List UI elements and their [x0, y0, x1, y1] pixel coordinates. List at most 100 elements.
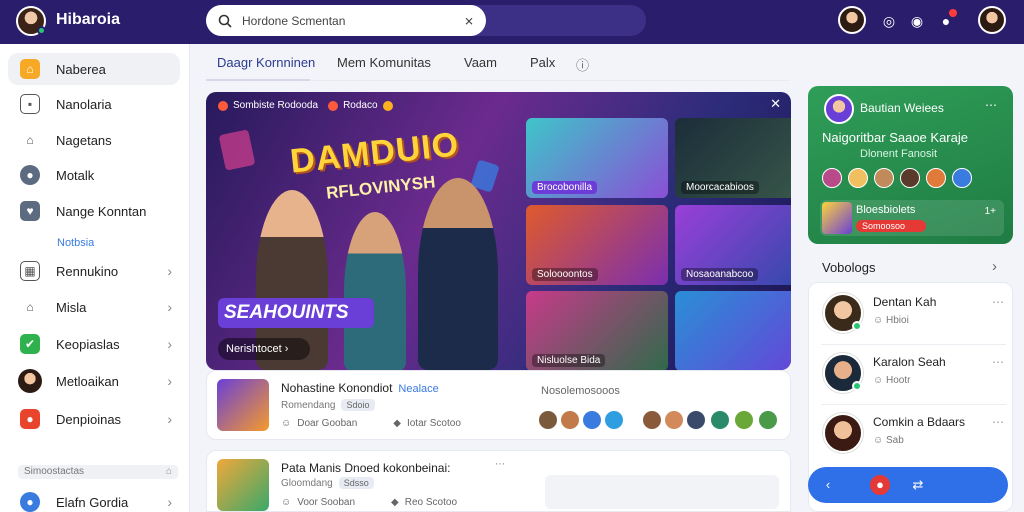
participant-avatar[interactable] — [711, 411, 729, 429]
comment-stat[interactable]: ◆ Reo Scotoo — [391, 497, 457, 508]
emoji-icon: ☺ — [873, 375, 886, 386]
hero-cta-button[interactable]: Nerishtocet › — [218, 338, 310, 360]
member-avatar[interactable] — [926, 168, 946, 188]
video-thumbnail[interactable] — [675, 291, 791, 370]
avatar[interactable] — [823, 293, 863, 333]
avatar[interactable] — [823, 353, 863, 393]
member-avatar[interactable] — [900, 168, 920, 188]
person-figure — [344, 212, 406, 370]
member-avatar[interactable] — [874, 168, 894, 188]
info-icon[interactable]: ⓘ — [576, 55, 589, 74]
post-thumbnail[interactable] — [217, 459, 269, 511]
participant-avatar[interactable] — [539, 411, 557, 429]
hero-tag-label: Sombiste Rodooda — [233, 100, 319, 111]
camera-icon[interactable]: ◉ — [908, 12, 926, 30]
list-item[interactable]: Karalon Seah ☺ Hootr ⋯ — [821, 347, 1006, 405]
tab-mem-komunitas[interactable]: Mem Komunitas — [337, 55, 431, 70]
sidebar-item-motalk[interactable]: ● Motalk — [8, 159, 180, 191]
video-thumbnail[interactable]: Brocobonilla — [526, 118, 668, 198]
live-icon — [328, 100, 339, 111]
sidebar-item-elafn-gordia[interactable]: ● Elafn Gordia › — [8, 486, 180, 512]
post-highlight[interactable]: Nealace — [398, 383, 438, 395]
tab-vaam[interactable]: Vaam — [464, 55, 497, 70]
participant-avatar[interactable] — [687, 411, 705, 429]
participant-avatar[interactable] — [643, 411, 661, 429]
comment-stat-label: Reo Scotoo — [404, 497, 458, 508]
activity-thumbnail — [822, 202, 852, 234]
vblog-status-text: Sab — [886, 435, 904, 446]
post-card[interactable]: Pata Manis Dnoed kokonbeinai: Gloomdang … — [206, 450, 791, 512]
sidebar-sub-link[interactable]: Notbsia — [57, 237, 94, 249]
featured-banner[interactable]: Sombiste Rodooda Rodaco ✕ DAMDUIO RFLOVI… — [206, 92, 791, 370]
post-title[interactable]: Pata Manis Dnoed kokonbeinai: — [281, 461, 450, 475]
profile-avatar[interactable] — [978, 6, 1006, 34]
post-title[interactable]: Nohastine Konondiot Nealace — [281, 381, 439, 395]
sidebar-item-naberea[interactable]: ⌂ Naberea — [8, 53, 180, 85]
brand-avatar[interactable] — [16, 6, 46, 36]
sidebar-item-nange-konntan[interactable]: ♥ Nange Konntan — [8, 195, 180, 227]
vblog-name: Karalon Seah — [873, 355, 946, 369]
member-avatar[interactable] — [822, 168, 842, 188]
participant-avatar[interactable] — [583, 411, 601, 429]
more-options-icon[interactable]: ⋯ — [495, 459, 505, 470]
chevron-right-icon[interactable]: › — [992, 258, 997, 275]
video-thumbnail[interactable]: Nisluolse Bida — [526, 291, 668, 370]
participant-avatar[interactable] — [759, 411, 777, 429]
more-options-icon[interactable]: ⋯ — [992, 295, 1004, 309]
member-avatar[interactable] — [952, 168, 972, 188]
group-activity[interactable]: Bloesbiolets Somoosoo 1+ — [820, 200, 1004, 236]
chevron-left-icon[interactable]: ‹ — [818, 475, 838, 495]
chat-bubble-icon[interactable]: ◎ — [880, 12, 898, 30]
avatar[interactable] — [823, 413, 863, 453]
globe-icon: ● — [20, 492, 40, 512]
participant-avatar[interactable] — [605, 411, 623, 429]
share-icon[interactable]: ⇄ — [908, 475, 928, 495]
vblogs-header[interactable]: Vobologs › — [808, 256, 1013, 280]
post-card[interactable]: Nohastine Konondiot Nealace Romendang Sdo… — [206, 370, 791, 440]
sidebar-item-misla[interactable]: ⌂ Misla › — [8, 291, 180, 323]
thumbnail-label: Soloooontos — [532, 268, 598, 281]
list-item[interactable]: Comkin a Bdaars ☺ Sab ⋯ — [821, 407, 1006, 465]
filter-icon[interactable]: ⨯ — [464, 14, 474, 28]
group-card[interactable]: Bautian Weiees ⋯ Naigoritbar Saaoe Karaj… — [808, 86, 1013, 244]
sidebar-item-nanolaria[interactable]: ▪ Nanolaria — [8, 88, 180, 120]
more-options-icon[interactable]: ⋯ — [992, 415, 1004, 429]
video-thumbnail[interactable]: Nosaoanabcoo — [675, 205, 791, 285]
check-icon: ✔ — [20, 334, 40, 354]
participant-avatar[interactable] — [561, 411, 579, 429]
sidebar-section-header[interactable]: Simoostactas ⌂ — [18, 465, 178, 479]
search-input[interactable]: Hordone Scmentan — [242, 14, 464, 28]
search-bar[interactable]: Hordone Scmentan ⨯ — [206, 5, 486, 36]
sidebar-item-denpioinas[interactable]: ● Denpioinas › — [8, 403, 180, 435]
video-thumbnail[interactable]: Moorcacabioos — [675, 118, 791, 198]
close-icon[interactable]: ✕ — [770, 96, 781, 112]
list-item[interactable]: Dentan Kah ☺ Hbioi ⋯ — [821, 287, 1006, 345]
chevron-right-icon: › — [167, 299, 172, 315]
post-thumbnail[interactable] — [217, 379, 269, 431]
sidebar-item-keopiaslas[interactable]: ✔ Keopiaslas › — [8, 328, 180, 360]
more-options-icon[interactable]: ⋯ — [992, 355, 1004, 369]
reaction-stat[interactable]: ☺ Doar Gooban — [281, 418, 357, 429]
user-avatar[interactable] — [838, 6, 866, 34]
record-icon[interactable]: ● — [870, 475, 890, 495]
comment-stat[interactable]: ◆ Iotar Scotoo — [393, 418, 461, 429]
video-thumbnail[interactable]: Soloooontos — [526, 205, 668, 285]
reaction-stat-label: Voor Sooban — [297, 497, 356, 508]
participant-avatar[interactable] — [735, 411, 753, 429]
more-options-icon[interactable]: ⋯ — [985, 98, 997, 112]
tab-daagr-kornninen[interactable]: Daagr Kornninen — [217, 55, 315, 70]
sidebar-item-metloaikan[interactable]: Metloaikan › — [8, 365, 180, 397]
hero-tag[interactable]: Sombiste Rodooda — [218, 100, 318, 111]
search-icon — [218, 14, 232, 28]
sidebar-item-rennukino[interactable]: ▦ Rennukino › — [8, 255, 180, 287]
emoji-icon: ☺ — [281, 497, 292, 508]
vblog-status: ☺ Hootr — [873, 375, 910, 386]
sidebar-item-label: Naberea — [56, 61, 106, 77]
participant-avatar[interactable] — [665, 411, 683, 429]
reaction-stat[interactable]: ☺ Voor Sooban — [281, 497, 355, 508]
sidebar-item-nagetans[interactable]: ⌂ Nagetans — [8, 124, 180, 156]
member-avatar[interactable] — [848, 168, 868, 188]
group-avatar[interactable] — [824, 94, 854, 124]
tab-palx[interactable]: Palx — [530, 55, 555, 70]
hero-tag[interactable]: Rodaco — [328, 100, 393, 111]
